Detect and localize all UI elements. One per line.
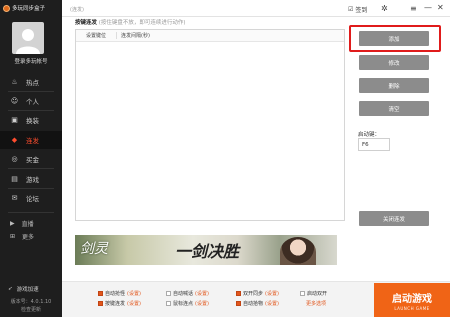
launch-game-label: 启动游戏: [392, 293, 432, 305]
column-header-key[interactable]: 设置键位: [76, 32, 117, 39]
checkbox[interactable]: [98, 291, 103, 296]
column-header-interval[interactable]: 连发间隔(秒): [117, 32, 150, 39]
add-button[interactable]: 添加: [359, 31, 429, 46]
checkbox[interactable]: [300, 291, 305, 296]
shirt-icon: ▣: [11, 116, 18, 124]
breadcrumb: (连发): [70, 7, 84, 13]
user-icon: ☺: [10, 97, 19, 105]
sidebar-item-live[interactable]: ▶ 直播: [0, 216, 62, 230]
option-label: 自动拾物: [243, 301, 264, 307]
close-icon[interactable]: ✕: [437, 3, 444, 12]
section-heading: 按键连发: [75, 20, 98, 26]
sidebar-item-gold[interactable]: ◎ 买金: [0, 150, 62, 168]
clear-button[interactable]: 清空: [359, 101, 429, 116]
hotkey-input[interactable]: F6: [358, 138, 390, 151]
check-update-link[interactable]: 检查更新: [0, 306, 62, 313]
sidebar-item-personal[interactable]: ☺ 个人: [0, 92, 62, 110]
settings-icon[interactable]: ✲: [381, 4, 388, 13]
game-accelerate-button[interactable]: ➶ 游戏加速: [0, 284, 62, 294]
option-settings-link[interactable]: (设置): [195, 300, 209, 307]
checkbox[interactable]: [236, 301, 241, 306]
checkin-label: 签到: [355, 7, 368, 14]
option-auto-pickup[interactable]: 自动拾物 (设置): [236, 300, 279, 307]
sidebar-item-label: 个人: [26, 98, 39, 106]
sidebar-item-games[interactable]: ▤ 游戏: [0, 170, 62, 188]
minimize-icon[interactable]: —: [424, 3, 432, 12]
option-settings-link[interactable]: (设置): [195, 290, 209, 297]
sidebar-item-forum[interactable]: ✉ 论坛: [0, 189, 62, 207]
chat-icon: ✉: [11, 194, 18, 202]
login-link[interactable]: 登录多玩帐号: [0, 57, 62, 65]
sidebar-item-label: 换装: [26, 117, 39, 125]
sidebar-item-burst[interactable]: ◆ 连发: [0, 131, 62, 149]
grid-icon: ⊞: [10, 232, 16, 240]
delete-button[interactable]: 删除: [359, 78, 429, 93]
option-label: 双开同步: [243, 291, 264, 297]
edit-button[interactable]: 修改: [359, 55, 429, 70]
sidebar-item-label: 更多: [22, 233, 35, 241]
avatar[interactable]: [12, 22, 44, 54]
toggle-burst-button[interactable]: 关闭连发: [359, 211, 429, 226]
banner-logo: 剑灵: [80, 241, 108, 257]
title-bar: [62, 0, 450, 17]
checkbox[interactable]: [98, 301, 103, 306]
option-label: 自动抢怪: [105, 291, 126, 297]
option-settings-link[interactable]: (设置): [265, 300, 279, 307]
banner-slogan: 一剑决胜: [175, 242, 240, 261]
checkbox[interactable]: [236, 291, 241, 296]
launch-game-sublabel: LAUNCH GAME: [394, 305, 430, 311]
option-label: 自动喊话: [173, 291, 194, 297]
page-title: 按键连发 (按住键盘不放，即可连续进行动作): [75, 18, 186, 26]
app-name: 多玩同步盒子: [12, 6, 46, 12]
option-auto-grab[interactable]: 自动抢怪 (设置): [98, 290, 141, 297]
option-settings-link[interactable]: (设置): [265, 290, 279, 297]
hotkey-table[interactable]: 设置键位 连发间隔(秒): [75, 29, 345, 221]
option-label: 启动双开: [307, 291, 328, 297]
skin-icon: ☑: [348, 6, 354, 13]
hotkey-label: 启动键：: [358, 132, 381, 138]
option-settings-link[interactable]: (设置): [127, 290, 141, 297]
option-label: 更多选项: [306, 301, 327, 307]
sidebar-item-label: 连发: [26, 137, 39, 145]
checkbox[interactable]: [166, 291, 171, 296]
sidebar-item-label: 游戏: [26, 176, 39, 184]
user-silhouette-icon: [16, 29, 40, 54]
option-label: 鼠标连点: [173, 301, 194, 307]
rocket-icon: ➶: [8, 286, 13, 292]
option-settings-link[interactable]: (设置): [127, 300, 141, 307]
coin-icon: ◎: [11, 155, 18, 163]
app-logo-icon: [3, 4, 10, 12]
version-text: 版本号：4.0.1.10: [10, 299, 52, 305]
sidebar-item-label: 买金: [26, 156, 39, 164]
checkbox[interactable]: [166, 301, 171, 306]
sidebar-item-hot[interactable]: ♨ 热点: [0, 73, 62, 91]
sidebar-item-label: 热点: [26, 79, 39, 87]
section-hint: (按住键盘不放，即可连续进行动作): [98, 20, 186, 26]
sidebar-item-outfit[interactable]: ▣ 换装: [0, 111, 62, 129]
more-options-link[interactable]: 更多选项: [306, 300, 326, 307]
burst-icon: ◆: [11, 136, 18, 144]
flame-icon: ♨: [11, 78, 18, 86]
option-label: 按键连发: [105, 301, 126, 307]
app-brand: 多玩同步盒子: [3, 3, 63, 13]
sidebar-item-label: 论坛: [26, 195, 39, 203]
banner-character-image: [280, 237, 316, 265]
option-key-burst[interactable]: 按键连发 (设置): [98, 300, 141, 307]
sidebar-item-label: 直播: [21, 220, 34, 228]
menu-icon[interactable]: ≡: [410, 4, 417, 13]
divider: [8, 168, 54, 169]
accelerate-label: 游戏加速: [16, 287, 39, 293]
table-header: 设置键位 连发间隔(秒): [76, 30, 344, 42]
option-dual-sync[interactable]: 双开同步 (设置): [236, 290, 279, 297]
checkin-button[interactable]: ☑ 签到: [348, 5, 367, 14]
option-auto-shout[interactable]: 自动喊话 (设置): [166, 290, 209, 297]
sidebar-item-more[interactable]: ⊞ 更多: [0, 229, 62, 243]
gamepad-icon: ▤: [11, 175, 18, 183]
ad-banner[interactable]: 剑灵 一剑决胜: [75, 235, 337, 265]
option-mouse-click[interactable]: 鼠标连点 (设置): [166, 300, 209, 307]
divider: [8, 212, 54, 213]
option-launch-dual[interactable]: 启动双开: [300, 290, 327, 297]
live-icon: ▶: [10, 219, 15, 227]
launch-game-button[interactable]: 启动游戏 LAUNCH GAME: [374, 283, 450, 317]
